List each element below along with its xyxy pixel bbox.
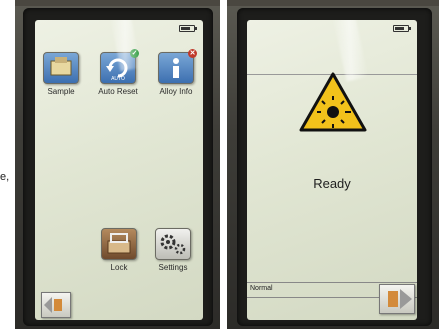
lock-tile[interactable]: Lock [99, 228, 139, 272]
chevron-right-icon [388, 289, 412, 309]
back-nav-button[interactable] [41, 292, 71, 318]
laser-warning-icon [299, 72, 367, 132]
next-nav-button[interactable] [379, 284, 415, 314]
left-device-screen: Sample AUTO ✓ Auto Reset ✕ Alloy Info Lo… [35, 20, 203, 320]
auto-sublabel: AUTO [111, 76, 125, 82]
sample-tile[interactable]: Sample [41, 52, 81, 96]
settings-tile[interactable]: Settings [151, 228, 195, 272]
margin-text: e, [0, 171, 10, 183]
right-device-photo: Ready Normal [227, 0, 439, 329]
auto-reset-label: Auto Reset [98, 87, 138, 96]
auto-reset-tile[interactable]: AUTO ✓ Auto Reset [95, 49, 141, 96]
settings-label: Settings [158, 263, 188, 272]
gear-icon [155, 228, 191, 260]
chevron-left-icon [44, 297, 62, 313]
close-badge-icon[interactable]: ✕ [188, 49, 197, 58]
alloy-info-tile[interactable]: ✕ Alloy Info [153, 49, 199, 96]
mode-label: Normal [250, 285, 273, 292]
ready-status-text: Ready [313, 176, 351, 191]
sample-label: Sample [47, 87, 75, 96]
left-device-photo: Sample AUTO ✓ Auto Reset ✕ Alloy Info Lo… [15, 0, 220, 329]
sample-icon [43, 52, 79, 84]
right-device-screen: Ready Normal [247, 20, 417, 320]
check-badge-icon: ✓ [130, 49, 139, 58]
battery-icon [393, 25, 411, 32]
battery-icon [179, 25, 197, 32]
alloy-info-label: Alloy Info [159, 87, 193, 96]
lock-label: Lock [110, 263, 128, 272]
lock-icon [101, 228, 137, 260]
